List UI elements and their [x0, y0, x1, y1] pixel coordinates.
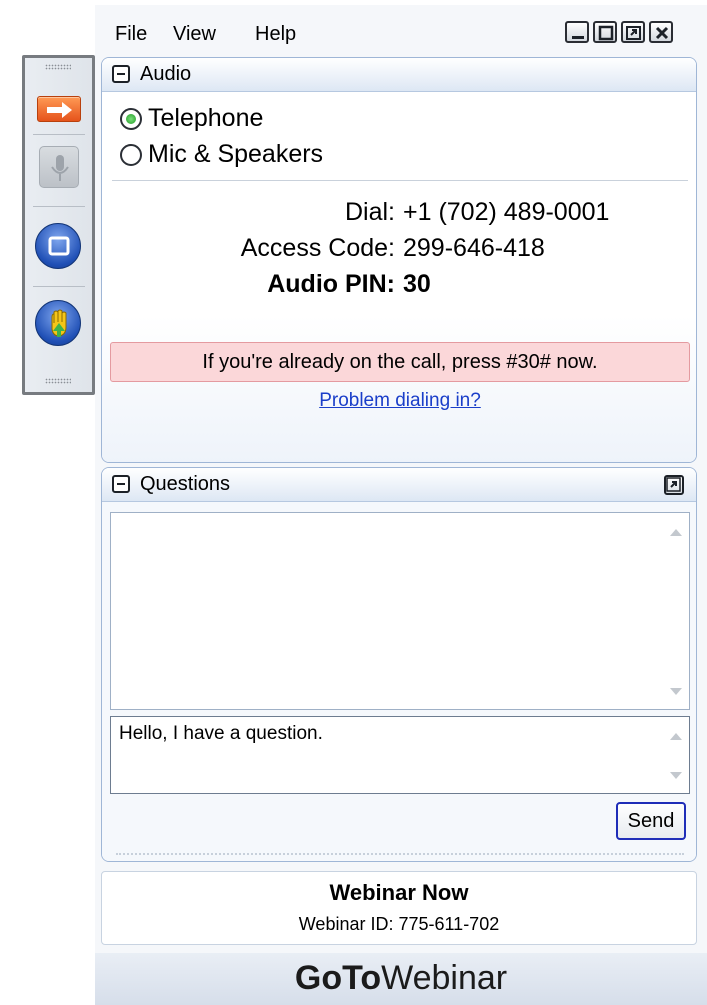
audio-panel: Audio Telephone Mic & Speakers Dial: +1 …: [101, 57, 697, 463]
maximize-button[interactable]: [593, 21, 617, 43]
collapse-audio-icon[interactable]: [112, 65, 130, 83]
webinar-name: Webinar Now: [329, 880, 469, 905]
webinar-id: Webinar ID: 775-611-702: [298, 914, 500, 934]
raise-hand-button[interactable]: [35, 300, 81, 346]
mic-speakers-radio[interactable]: [120, 144, 142, 166]
scroll-up-icon[interactable]: [670, 733, 682, 740]
logo-regular-part: Webinar: [381, 959, 508, 997]
minimize-icon: [572, 36, 584, 39]
show-panel-arrow-icon: [47, 102, 72, 118]
audio-divider: [112, 180, 688, 181]
popout-questions-button[interactable]: [664, 475, 684, 495]
screen-viewer-button[interactable]: [35, 223, 81, 269]
already-on-call-notice: If you're already on the call, press #30…: [110, 342, 690, 382]
audio-panel-header: Audio: [102, 58, 696, 92]
questions-panel-header: Questions: [102, 468, 696, 502]
questions-log[interactable]: [110, 512, 690, 710]
menu-bar: File View Help: [95, 5, 707, 57]
access-code-value: 299-646-418: [403, 234, 545, 262]
audio-pin-value: 30: [403, 270, 431, 298]
control-panel-window: File View Help Audio Telephone Mic & Spe…: [95, 5, 707, 1005]
popout-icon: [666, 477, 681, 492]
maximize-icon: [598, 25, 614, 41]
microphone-button[interactable]: [39, 146, 79, 188]
screen-share-icon: [48, 236, 70, 256]
question-input-text: Hello, I have a question.: [119, 723, 323, 744]
close-button[interactable]: [649, 21, 673, 43]
questions-log-scrollbar[interactable]: [663, 513, 689, 709]
questions-panel-title: Questions: [140, 473, 231, 495]
restore-icon: [626, 26, 641, 40]
raise-hand-icon: [51, 309, 67, 337]
menu-view[interactable]: View: [173, 23, 216, 46]
logo-bold-part: GoTo: [294, 959, 382, 997]
scroll-down-icon[interactable]: [670, 688, 682, 695]
mic-speakers-label: Mic & Speakers: [148, 140, 324, 168]
audio-panel-title: Audio: [140, 63, 192, 85]
webinar-info: Webinar Now Webinar ID: 775-611-702: [101, 871, 697, 945]
questions-panel-body: Hello, I have a question. Send: [102, 502, 696, 861]
popout-button[interactable]: [621, 21, 645, 43]
dial-label: Dial:: [344, 198, 395, 226]
audio-pin-label: Audio PIN:: [267, 270, 395, 298]
question-input[interactable]: Hello, I have a question.: [110, 716, 690, 794]
question-input-scrollbar[interactable]: [663, 717, 689, 793]
toolbar-divider: [33, 206, 85, 207]
dial-number: +1 (702) 489-0001: [403, 198, 610, 226]
minimize-button[interactable]: [565, 21, 589, 43]
send-button[interactable]: Send: [616, 802, 686, 840]
toolbar-grip-top[interactable]: [45, 64, 71, 70]
brand-footer: GoToWebinar: [95, 953, 707, 1005]
access-code-label: Access Code:: [240, 234, 395, 262]
scroll-down-icon[interactable]: [670, 772, 682, 779]
toolbar-divider: [33, 134, 85, 135]
audio-panel-body: Telephone Mic & Speakers Dial: +1 (702) …: [102, 92, 696, 462]
toolbar-grip-bottom[interactable]: [45, 378, 71, 384]
questions-panel: Questions Hello, I have a question. Send: [101, 467, 697, 862]
attendee-toolbar: [22, 55, 95, 395]
problem-dialing-link[interactable]: Problem dialing in?: [102, 390, 696, 412]
resize-grip[interactable]: [116, 853, 684, 855]
telephone-label: Telephone: [148, 104, 264, 132]
menu-help[interactable]: Help: [255, 23, 296, 46]
collapse-questions-icon[interactable]: [112, 475, 130, 493]
telephone-radio[interactable]: [120, 108, 142, 130]
toolbar-divider: [33, 286, 85, 287]
menu-file[interactable]: File: [115, 23, 147, 46]
show-control-panel-button[interactable]: [37, 96, 81, 122]
scroll-up-icon[interactable]: [670, 529, 682, 536]
microphone-icon: [51, 155, 69, 181]
close-icon: [655, 26, 669, 40]
gotowebinar-logo: GoToWebinar: [95, 959, 707, 998]
